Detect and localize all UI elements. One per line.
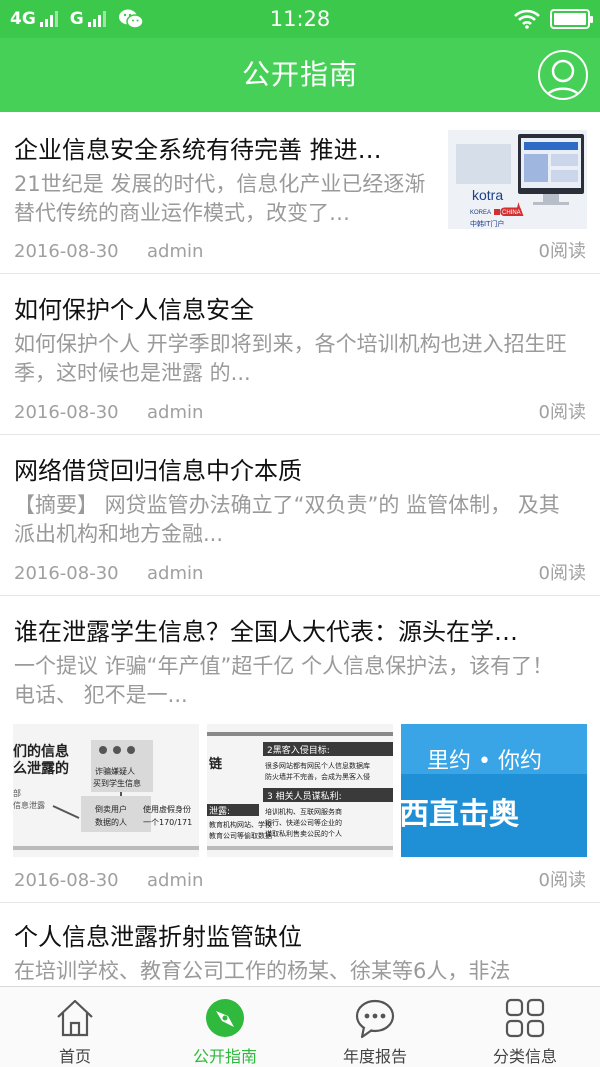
home-icon (57, 999, 93, 1037)
article-meta: 2016-08-30 admin 0阅读 (14, 400, 586, 426)
article-list[interactable]: 企业信息安全系统有待完善 推进… 21世纪是 发展的时代，信息化产业已经逐渐替代… (0, 112, 600, 986)
article-read-count: 0阅读 (538, 870, 586, 891)
image1-text-3: 部 (13, 788, 21, 798)
article-read-count: 0阅读 (538, 241, 586, 262)
battery-icon (550, 9, 593, 29)
article-summary: 21世纪是 发展的时代，信息化产业已经逐渐替代传统的商业运作模式，改变了… (14, 172, 426, 225)
article-author: admin (147, 563, 204, 584)
article-summary: 如何保护个人 开学季即将到来，各个培训机构也进入招生旺季，这时候也是泄露 的..… (14, 332, 567, 385)
image1-text-8: 数据的人 (95, 817, 127, 827)
article-author: admin (147, 402, 204, 423)
article-title: 如何保护个人信息安全 (14, 296, 254, 324)
tab-public-guide[interactable]: 公开指南 (150, 987, 300, 1067)
kotra-caption-china: CHINA (502, 210, 521, 216)
article-author: admin (147, 870, 204, 891)
article-summary: 【摘要】 网贷监管办法确立了“双负责”的 监管体制， 及其派出机构和地方金融..… (14, 493, 560, 546)
image1-text-2: 么泄露的 (13, 760, 69, 777)
image2-text-1: 2黑客入侵目标: (267, 744, 330, 756)
image1-text-7: 倒卖用户 (95, 804, 127, 814)
article-image-2: 2黑客入侵目标: 很多网站都有网民个人信息数据库 防火墙并不完善，会成为黑客入侵… (207, 724, 393, 857)
image2-text-9: 教育机构网站、学校 (209, 820, 272, 829)
list-item[interactable]: 如何保护个人信息安全 如何保护个人 开学季即将到来，各个培训机构也进入招生旺季，… (0, 274, 600, 435)
article-title: 谁在泄露学生信息？全国人大代表：源头在学… (14, 618, 518, 646)
article-author: admin (147, 241, 204, 262)
image1-text-6: 买到学生信息 (93, 778, 141, 788)
tab-annual-report[interactable]: 年度报告 (300, 987, 450, 1067)
list-item[interactable]: 网络借贷回归信息中介本质 【摘要】 网贷监管办法确立了“双负责”的 监管体制， … (0, 435, 600, 596)
article-read-count: 0阅读 (538, 563, 586, 584)
article-date: 2016-08-30 (14, 402, 119, 423)
status-bar: 4G G 11:28 (0, 0, 600, 38)
image2-text-11: 链 (208, 756, 223, 772)
image2-text-7: 谋取私利售卖公民的个人 (265, 829, 342, 838)
tab-label: 首页 (58, 1047, 91, 1066)
image1-text-5: 诈骗嫌疑人 (95, 766, 135, 776)
tab-home[interactable]: 首页 (0, 987, 150, 1067)
compass-icon (206, 999, 244, 1037)
article-meta: 2016-08-30 admin 0阅读 (14, 561, 586, 587)
kotra-caption-portal: 中韩IT门户 (470, 219, 504, 228)
image1-text-1: 们的信息 (13, 743, 69, 760)
chat-bubble-icon (355, 999, 395, 1039)
article-title: 个人信息泄露折射监管缺位 (14, 923, 302, 951)
image2-text-6: 银行、快递公司等企业的 (265, 818, 342, 827)
grid-icon (505, 998, 545, 1038)
tab-categories[interactable]: 分类信息 (450, 987, 600, 1067)
user-avatar-icon[interactable] (538, 50, 588, 100)
status-bar-right (514, 0, 593, 38)
image2-text-5: 培训机构、互联网服务商 (265, 807, 342, 816)
article-thumbnail: kotra KOREA CHINA 中韩IT门户 (448, 130, 587, 229)
image3-text-2: 西直击奥 (401, 797, 519, 832)
article-title: 网络借贷回归信息中介本质 (14, 457, 302, 485)
image2-text-2: 很多网站都有网民个人信息数据库 (265, 761, 370, 770)
article-read-count: 0阅读 (538, 402, 586, 423)
article-image-3: 里约 • 你约 西直击奥 (401, 724, 587, 857)
image2-text-4: 3 相关人员谋私利: (267, 790, 342, 802)
list-item[interactable]: 个人信息泄露折射监管缺位 在培训学校、教育公司工作的杨某、徐某等6人，非法 (0, 903, 600, 986)
image2-text-3: 防火墙并不完善，会成为黑客入侵 (265, 772, 370, 781)
article-date: 2016-08-30 (14, 563, 119, 584)
status-time: 11:28 (269, 7, 331, 31)
list-item[interactable]: 谁在泄露学生信息？全国人大代表：源头在学… 一个提议 诈骗“年产值”超千亿 个人… (0, 596, 600, 903)
article-date: 2016-08-30 (14, 241, 119, 262)
kotra-caption-korea: KOREA (470, 210, 491, 216)
tab-label: 分类信息 (492, 1047, 557, 1066)
app-header: 公开指南 (0, 38, 600, 112)
image1-text-4: 信息泄露 (13, 800, 45, 810)
article-meta: 2016-08-30 admin 0阅读 (14, 868, 586, 894)
article-date: 2016-08-30 (14, 870, 119, 891)
bottom-tab-bar: 首页 公开指南 年度报告 分类信息 (0, 986, 600, 1067)
tab-label: 公开指南 (192, 1047, 257, 1066)
wifi-icon (514, 9, 540, 29)
image1-text-9: 使用虚假身份 (143, 804, 191, 814)
image1-text-10: 一个170/171 (143, 818, 192, 827)
kotra-logo: kotra (472, 187, 503, 203)
tab-label: 年度报告 (342, 1047, 407, 1066)
article-image-1: 们的信息 么泄露的 部 信息泄露 诈骗嫌疑人 买到学生信息 倒卖用户 数据的人 … (13, 724, 199, 857)
article-summary: 在培训学校、教育公司工作的杨某、徐某等6人，非法 (14, 959, 511, 983)
article-meta: 2016-08-30 admin 0阅读 (14, 239, 586, 265)
article-title: 企业信息安全系统有待完善 推进… (14, 136, 382, 164)
image3-text-1: 里约 • 你约 (427, 749, 542, 774)
image2-text-10: 教育公司等偷取数据 (209, 831, 272, 840)
list-item[interactable]: 企业信息安全系统有待完善 推进… 21世纪是 发展的时代，信息化产业已经逐渐替代… (0, 112, 600, 274)
page-title: 公开指南 (241, 58, 358, 91)
article-summary: 一个提议 诈骗“年产值”超千亿 个人信息保护法，该有了！ 电话、 犯不是一... (14, 654, 554, 707)
image2-text-8: 泄露: (209, 805, 230, 817)
